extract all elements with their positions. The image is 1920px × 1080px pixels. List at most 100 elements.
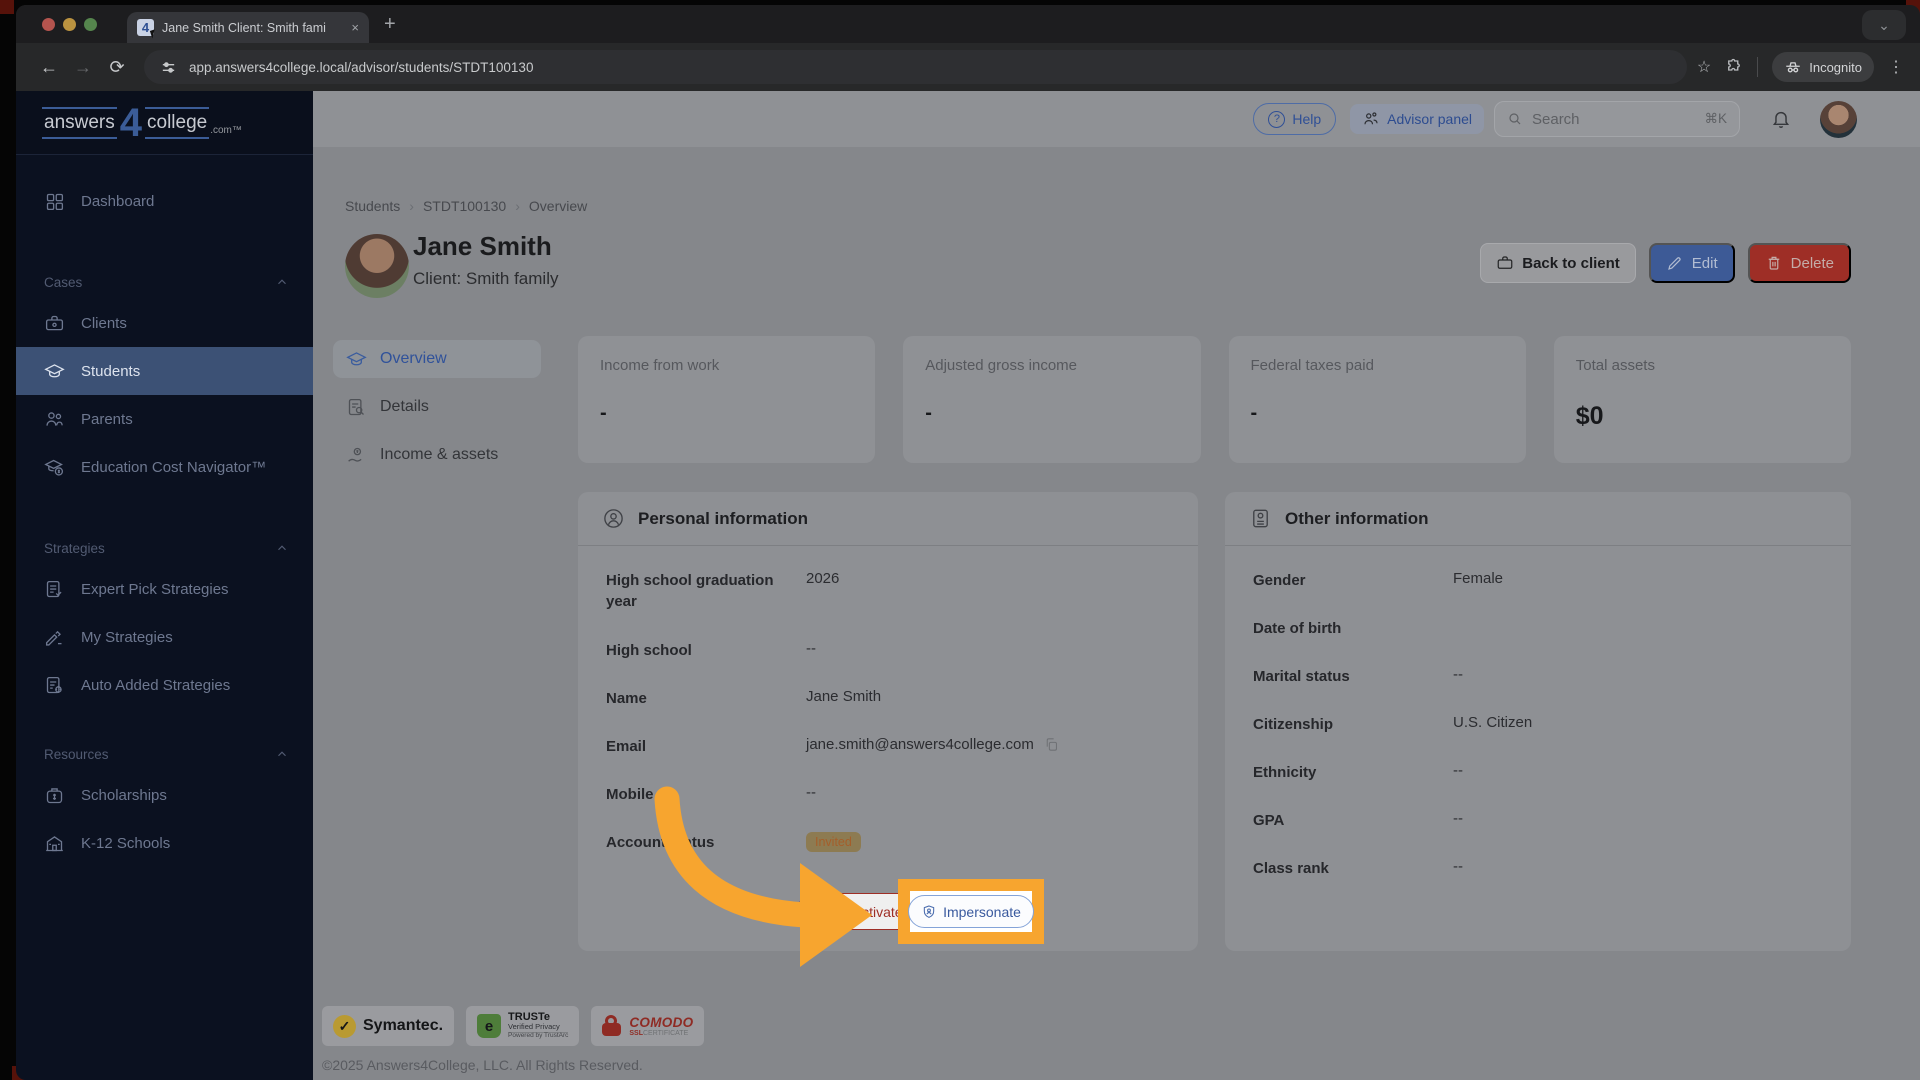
incognito-icon (1786, 62, 1800, 73)
sidebar-section-resources[interactable]: Resources (16, 737, 313, 771)
stat-value: $0 (1575, 402, 1604, 430)
delete-button[interactable]: Delete (1747, 243, 1851, 283)
sidebar-item-clients[interactable]: Clients (16, 299, 313, 347)
forward-button[interactable]: → (66, 50, 100, 84)
tab-income-assets[interactable]: Income & assets (333, 436, 541, 474)
advisor-panel-button[interactable]: Advisor panel (1350, 104, 1484, 134)
symantec-check-icon: ✓ (333, 1014, 356, 1038)
sidebar-item-auto-added-strategies[interactable]: Auto Added Strategies (16, 661, 313, 709)
trash-icon (1768, 256, 1779, 270)
app-header: ? Help Advisor panel Search ⌘K (313, 91, 1920, 147)
field-row: GPA -- (1253, 810, 1463, 829)
help-button[interactable]: ? Help (1253, 103, 1337, 135)
tab-search-button[interactable]: ⌄ (1862, 10, 1906, 40)
sidebar-section-cases[interactable]: Cases (16, 265, 313, 299)
sidebar-item-students[interactable]: Students (16, 347, 313, 395)
browser-menu-icon[interactable]: ⋮ (1888, 57, 1904, 77)
search-shortcut: ⌘K (1704, 111, 1727, 126)
briefcase-icon (1497, 256, 1513, 269)
chevron-up-icon (278, 751, 286, 757)
stat-value: - (600, 402, 607, 424)
stat-card-federal-taxes-paid: Federal taxes paid - (1228, 336, 1526, 463)
sidebar-item-scholarships[interactable]: Scholarships (16, 771, 313, 819)
field-row: Marital status -- (1253, 666, 1463, 685)
comodo-badge: COMODO SSLCERTIFICATE (591, 1006, 705, 1046)
search-icon (1509, 113, 1521, 125)
tab-details[interactable]: Details (333, 388, 541, 426)
chevron-up-icon (278, 279, 286, 285)
school-building-icon (46, 835, 63, 851)
browser-tab[interactable]: 4 Jane Smith Client: Smith fami × (127, 12, 369, 43)
impersonate-shield-icon (923, 904, 935, 918)
stat-value: - (1250, 402, 1258, 424)
bookmark-star-icon[interactable]: ☆ (1697, 57, 1711, 77)
field-row: Name Jane Smith (606, 688, 882, 707)
notifications-bell-icon[interactable] (1770, 108, 1792, 130)
user-avatar[interactable] (1820, 100, 1857, 138)
breadcrumb: Students › STDT100130 › Overview (345, 198, 587, 214)
zoom-window-button[interactable] (84, 18, 97, 31)
tab-overview[interactable]: Overview (333, 340, 541, 378)
field-row: Ethnicity -- (1253, 762, 1463, 781)
advisor-people-icon (1364, 112, 1378, 125)
breadcrumb-separator: › (515, 198, 520, 214)
tab-close-icon[interactable]: × (351, 20, 359, 35)
symantec-badge: ✓ Symantec. (322, 1006, 455, 1046)
breadcrumb-student-id[interactable]: STDT100130 (423, 198, 506, 214)
id-card-icon (1253, 509, 1268, 528)
document-check-icon (46, 580, 62, 597)
minimize-window-button[interactable] (63, 18, 76, 31)
field-row: Account status Invited (606, 830, 1170, 878)
sidebar-item-k12-schools[interactable]: K-12 Schools (16, 819, 313, 867)
cursor-icon (149, 29, 158, 39)
sidebar-section-strategies[interactable]: Strategies (16, 531, 313, 565)
field-row: High school graduation year 2026 (606, 570, 840, 610)
edit-button[interactable]: Edit (1648, 243, 1735, 283)
reload-button[interactable]: ⟳ (100, 50, 134, 84)
sidebar-item-expert-pick-strategies[interactable]: Expert Pick Strategies (16, 565, 313, 613)
search-input[interactable]: Search ⌘K (1494, 101, 1740, 137)
logo[interactable]: answers 4 college .com™ (16, 91, 313, 155)
extensions-icon[interactable] (1725, 58, 1743, 76)
new-tab-button[interactable]: + (384, 13, 396, 35)
sidebar-item-education-cost-navigator[interactable]: Education Cost Navigator™ (16, 443, 313, 491)
field-row: Date of birth (1253, 620, 1342, 637)
panel-title: Other information (1285, 508, 1429, 528)
pencil-icon (1667, 257, 1681, 270)
back-button[interactable]: ← (32, 50, 66, 84)
sidebar-item-parents[interactable]: Parents (16, 395, 313, 443)
breadcrumb-overview[interactable]: Overview (529, 198, 587, 214)
back-to-client-button[interactable]: Back to client (1480, 243, 1636, 283)
copyright-text: ©2025 Answers4College, LLC. All Rights R… (322, 1057, 643, 1073)
other-information-panel: Other information Gender Female Date of … (1225, 492, 1851, 951)
graduation-cap-icon (44, 363, 65, 377)
search-placeholder: Search (1532, 110, 1580, 128)
page-subtitle: Client: Smith family (413, 269, 559, 288)
personal-information-panel: Personal information High school graduat… (578, 492, 1198, 951)
pen-icon (45, 630, 62, 646)
dashboard-icon (46, 193, 64, 210)
tune-icon[interactable] (160, 59, 177, 76)
stat-card-income-from-work: Income from work - (578, 336, 876, 463)
main-content: ? Help Advisor panel Search ⌘K Students … (313, 91, 1920, 1080)
window-controls (42, 18, 97, 31)
incognito-badge: Incognito (1772, 52, 1874, 82)
address-bar[interactable]: app.answers4college.local/advisor/studen… (144, 50, 1687, 84)
impersonate-button[interactable]: Impersonate (908, 895, 1034, 928)
sidebar-item-dashboard[interactable]: Dashboard (16, 177, 313, 225)
logo-number: 4 (119, 100, 142, 145)
breadcrumb-students[interactable]: Students (345, 198, 400, 214)
sidebar: answers 4 college .com™ Dashboard Cases (16, 91, 313, 1080)
url-text: app.answers4college.local/advisor/studen… (189, 59, 534, 75)
email-value: jane.smith@answers4college.com (806, 736, 1034, 753)
stat-card-total-assets: Total assets $0 (1553, 336, 1851, 463)
divider (1757, 57, 1759, 77)
truste-icon: e (477, 1014, 502, 1038)
person-circle-icon (604, 509, 623, 528)
tab-strip: 4 Jane Smith Client: Smith fami × + ⌄ (16, 5, 1920, 43)
sidebar-item-my-strategies[interactable]: My Strategies (16, 613, 313, 661)
copy-icon[interactable] (1043, 736, 1060, 753)
breadcrumb-separator: › (409, 198, 414, 214)
close-window-button[interactable] (42, 18, 55, 31)
money-bag-icon (46, 787, 63, 803)
